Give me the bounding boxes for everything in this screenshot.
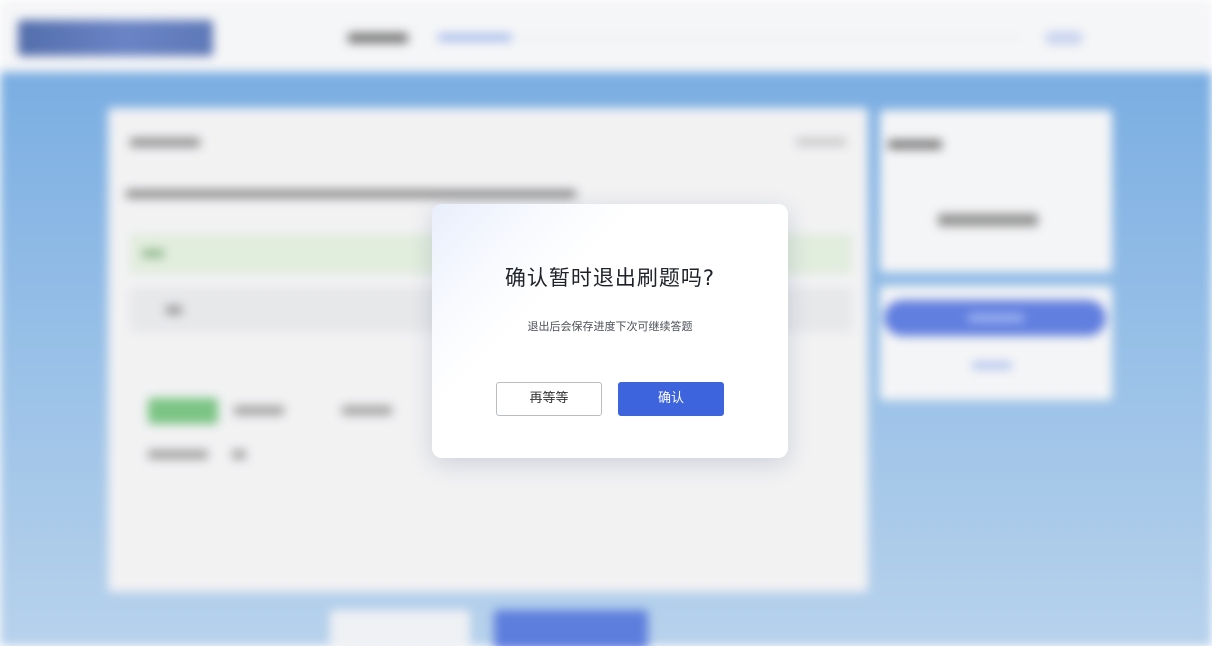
dialog-title: 确认暂时退出刷题吗? xyxy=(504,266,716,290)
cancel-button[interactable]: 再等等 xyxy=(496,382,602,416)
dialog-message: 退出后会保存进度下次可继续答题 xyxy=(527,320,693,333)
confirm-button[interactable]: 确认 xyxy=(618,382,724,416)
exit-confirm-dialog: 确认暂时退出刷题吗? 退出后会保存进度下次可继续答题 再等等 确认 xyxy=(432,204,788,458)
